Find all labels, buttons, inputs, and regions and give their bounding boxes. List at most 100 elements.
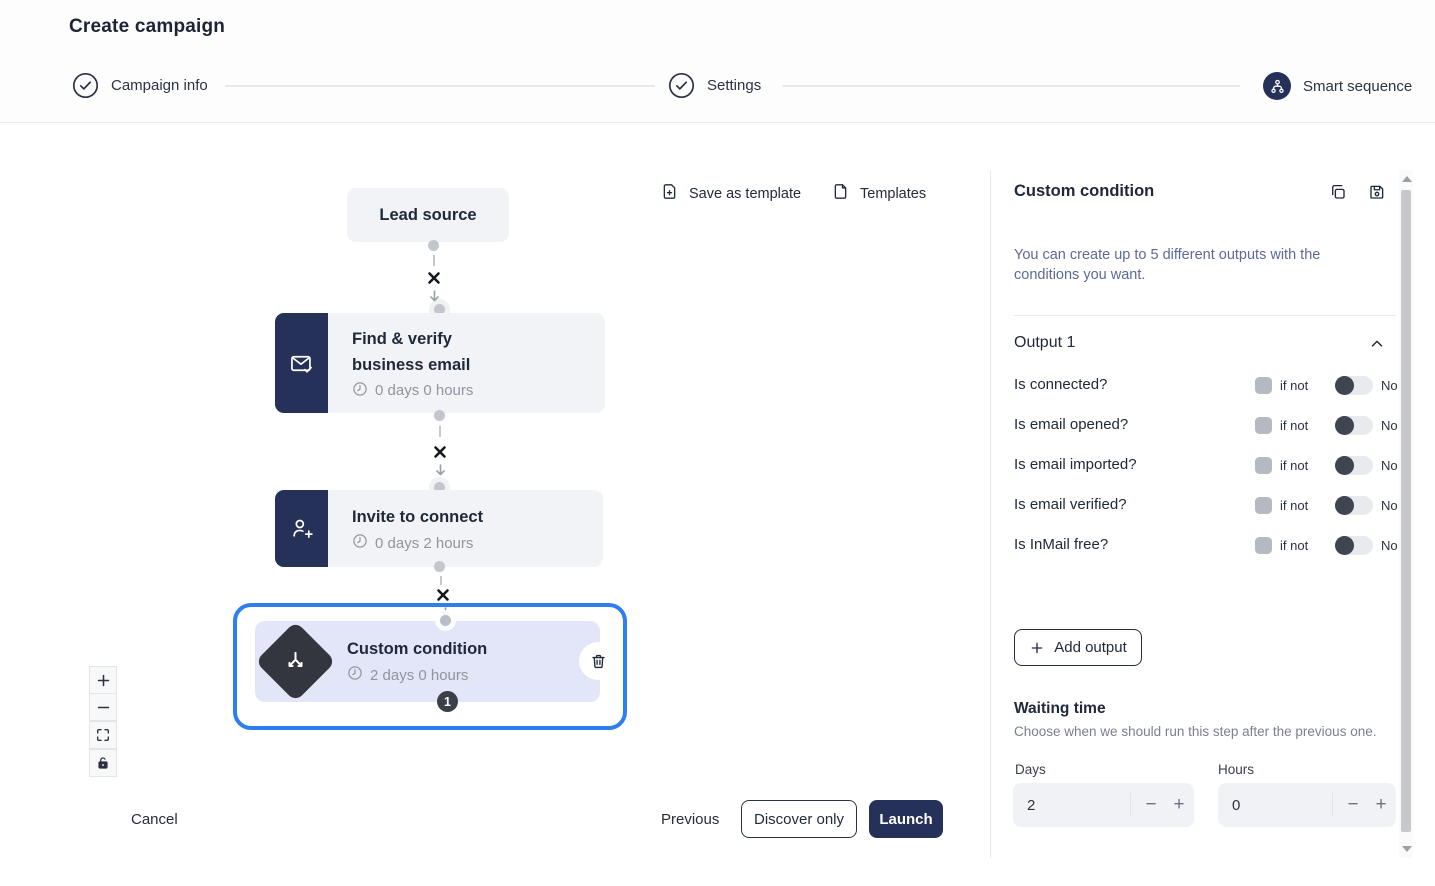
- hours-decrement-button[interactable]: −: [1339, 783, 1367, 827]
- node-wait-label: 0 days 2 hours: [375, 535, 473, 552]
- hours-label: Hours: [1218, 762, 1254, 777]
- condition-toggle[interactable]: [1335, 456, 1373, 475]
- hours-input[interactable]: [1218, 783, 1328, 827]
- toggle-knob: [1335, 496, 1354, 515]
- days-label: Days: [1015, 762, 1046, 777]
- divider: [1014, 315, 1396, 316]
- file-icon: [831, 182, 850, 205]
- if-not-label: if not: [1280, 498, 1308, 513]
- plus-icon: [95, 672, 112, 689]
- condition-toggle[interactable]: [1335, 416, 1373, 435]
- if-not-checkbox[interactable]: [1255, 417, 1272, 434]
- remove-connector-icon[interactable]: [433, 445, 447, 459]
- clock-icon: [352, 533, 368, 553]
- if-not-checkbox[interactable]: [1255, 377, 1272, 394]
- node-find-verify-email[interactable]: Find & verify business email 0 days 0 ho…: [275, 313, 605, 413]
- if-not-label: if not: [1280, 378, 1308, 393]
- trash-icon: [589, 652, 608, 671]
- connector-dashed-line: [440, 576, 442, 585]
- condition-label: Is email verified?: [1014, 496, 1127, 513]
- connector-dot: [428, 240, 439, 251]
- scrollbar-down-arrow[interactable]: [1402, 846, 1412, 852]
- discover-only-button[interactable]: Discover only: [741, 800, 857, 838]
- templates-label: Templates: [860, 186, 926, 202]
- days-increment-button[interactable]: +: [1165, 783, 1193, 827]
- plus-icon: [1029, 640, 1045, 656]
- launch-button[interactable]: Launch: [869, 800, 943, 838]
- waiting-time-title: Waiting time: [1014, 700, 1106, 718]
- zoom-in-button[interactable]: [89, 666, 117, 694]
- node-lead-source[interactable]: Lead source: [347, 188, 509, 242]
- step-connector-line: [782, 85, 1240, 87]
- condition-row: Is email opened? if not No: [1014, 414, 1396, 438]
- output-count-badge: 1: [437, 691, 458, 712]
- condition-row: Is connected? if not No: [1014, 374, 1396, 398]
- hours-field: − +: [1218, 783, 1396, 827]
- lock-button[interactable]: [89, 749, 117, 777]
- zoom-out-button[interactable]: [89, 693, 117, 721]
- step-smart-sequence[interactable]: Smart sequence: [1263, 72, 1412, 100]
- remove-connector-icon[interactable]: [436, 588, 450, 602]
- condition-row: Is email imported? if not No: [1014, 454, 1396, 478]
- collapse-output-button[interactable]: [1368, 335, 1386, 353]
- if-not-checkbox[interactable]: [1255, 457, 1272, 474]
- arrow-down-icon: [435, 463, 446, 475]
- condition-toggle[interactable]: [1335, 376, 1373, 395]
- save-step-button[interactable]: [1368, 183, 1386, 201]
- fit-view-button[interactable]: [89, 721, 117, 749]
- scrollbar-up-arrow[interactable]: [1402, 176, 1412, 182]
- clock-icon: [347, 665, 363, 685]
- panel-title: Custom condition: [1014, 182, 1154, 201]
- node-title: Find & verify business email: [352, 326, 502, 378]
- if-not-checkbox[interactable]: [1255, 497, 1272, 514]
- step-campaign-info[interactable]: Campaign info: [72, 72, 208, 99]
- duplicate-step-button[interactable]: [1329, 183, 1347, 201]
- step-label: Smart sequence: [1303, 78, 1412, 95]
- cancel-button[interactable]: Cancel: [131, 811, 178, 828]
- condition-label: Is InMail free?: [1014, 536, 1108, 553]
- arrow-down-icon: [429, 289, 440, 301]
- save-as-template-label: Save as template: [689, 186, 801, 202]
- connector-dashed-line: [439, 426, 441, 437]
- save-as-template-button[interactable]: Save as template: [660, 182, 801, 205]
- connector-dashed-line: [433, 255, 435, 266]
- person-plus-icon: [275, 490, 328, 567]
- if-not-checkbox[interactable]: [1255, 537, 1272, 554]
- delete-node-button[interactable]: [579, 642, 617, 680]
- chevron-up-icon: [1368, 335, 1386, 353]
- templates-button[interactable]: Templates: [831, 182, 926, 205]
- check-circle-icon: [668, 72, 695, 99]
- create-campaign-page: Create campaign Campaign info Settings: [0, 0, 1435, 886]
- previous-button[interactable]: Previous: [661, 811, 719, 828]
- add-output-button[interactable]: Add output: [1014, 629, 1142, 666]
- toggle-value-label: No: [1381, 378, 1398, 393]
- node-wait-label: 0 days 0 hours: [375, 382, 473, 399]
- step-label: Settings: [707, 77, 761, 94]
- toggle-knob: [1335, 536, 1354, 555]
- step-label: Campaign info: [111, 77, 208, 94]
- panel-description: You can create up to 5 different outputs…: [1014, 245, 1354, 285]
- hours-increment-button[interactable]: +: [1367, 783, 1395, 827]
- scrollbar-thumb[interactable]: [1401, 190, 1411, 832]
- condition-label: Is email opened?: [1014, 416, 1128, 433]
- waiting-time-subtitle: Choose when we should run this step afte…: [1014, 724, 1376, 739]
- sitemap-icon: [1263, 72, 1291, 100]
- if-not-label: if not: [1280, 418, 1308, 433]
- node-title: Custom condition: [347, 636, 487, 662]
- clock-icon: [352, 381, 368, 401]
- if-not-label: if not: [1280, 458, 1308, 473]
- days-input[interactable]: [1013, 783, 1123, 827]
- node-invite-to-connect[interactable]: Invite to connect 0 days 2 hours: [275, 490, 603, 567]
- days-decrement-button[interactable]: −: [1137, 783, 1165, 827]
- condition-row: Is email verified? if not No: [1014, 494, 1396, 518]
- step-connector-line: [225, 85, 655, 87]
- condition-label: Is connected?: [1014, 376, 1107, 393]
- remove-connector-icon[interactable]: [427, 271, 441, 285]
- toggle-value-label: No: [1381, 418, 1398, 433]
- condition-toggle[interactable]: [1335, 496, 1373, 515]
- email-check-icon: [275, 313, 328, 413]
- days-field: − +: [1013, 783, 1194, 827]
- condition-toggle[interactable]: [1335, 536, 1373, 555]
- step-settings[interactable]: Settings: [668, 72, 761, 99]
- toggle-value-label: No: [1381, 538, 1398, 553]
